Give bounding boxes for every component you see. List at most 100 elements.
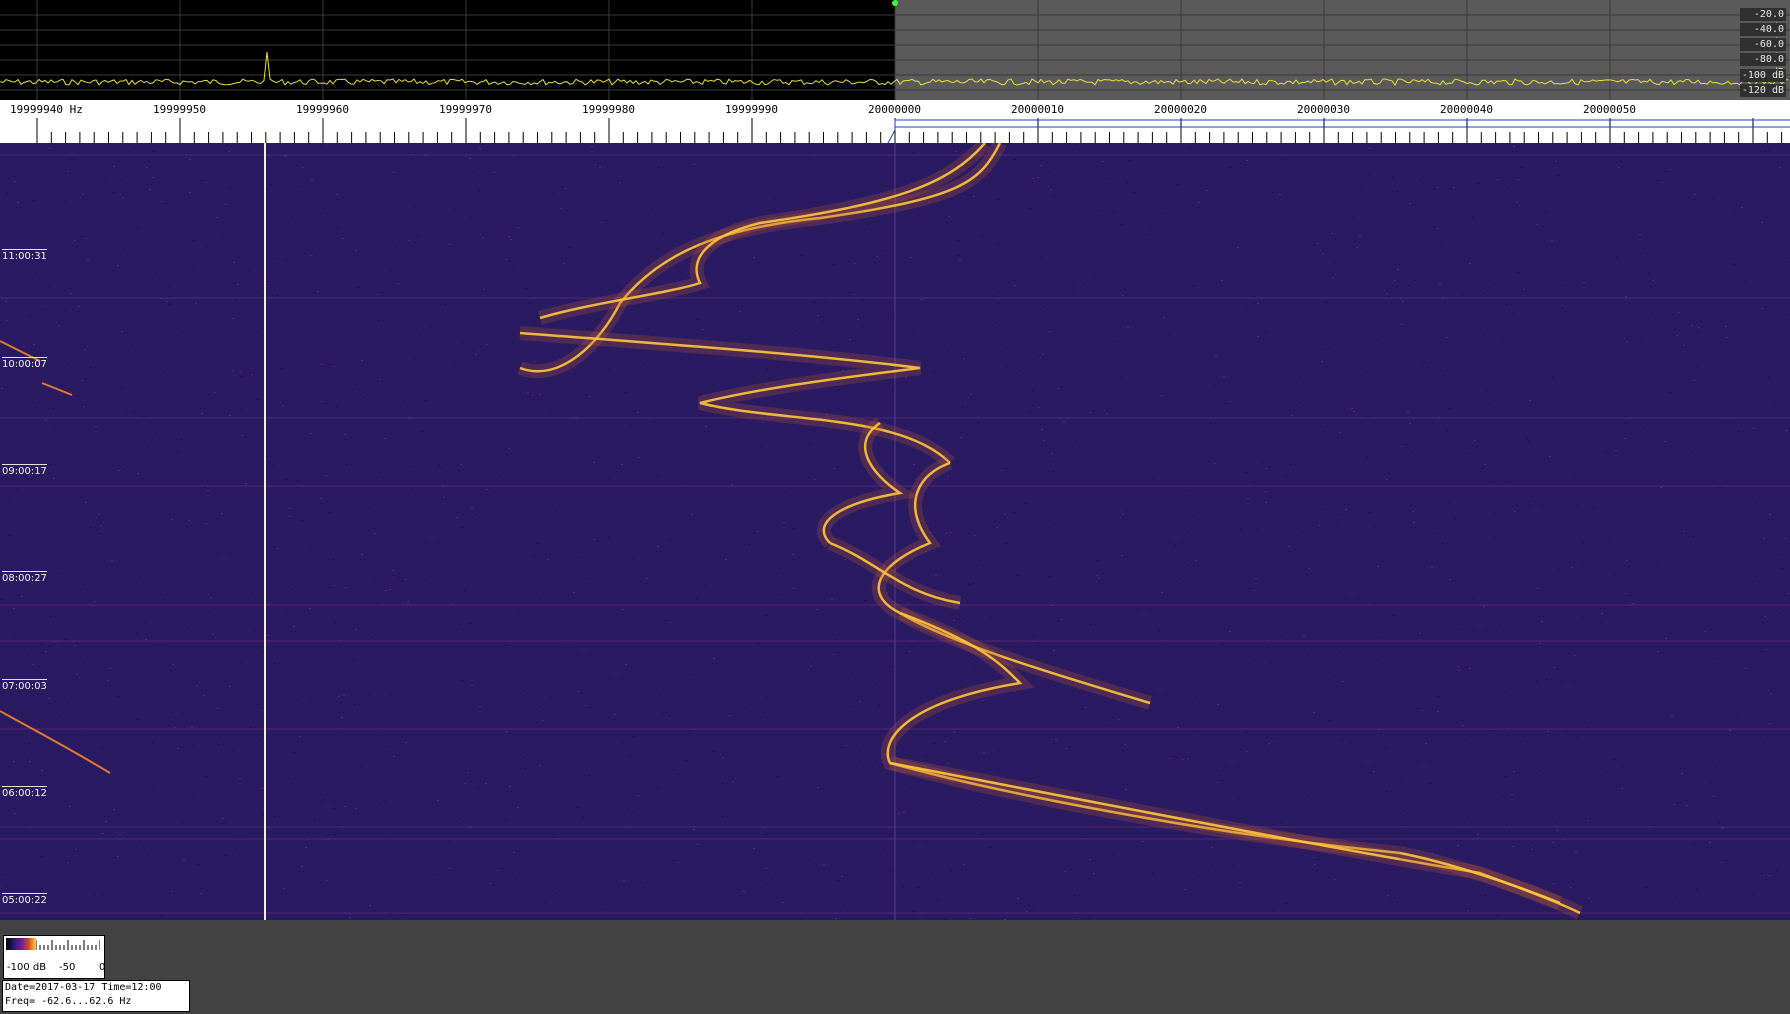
waterfall-noise — [1014, 159, 1016, 160]
waterfall-noise — [668, 622, 670, 623]
waterfall-noise — [1051, 453, 1053, 454]
waterfall-noise — [1512, 314, 1514, 315]
waterfall-noise — [1270, 661, 1272, 662]
frequency-scale[interactable]: 19999940 Hz 19999950 19999960 19999970 1… — [0, 100, 1790, 143]
waterfall-noise — [110, 668, 112, 669]
waterfall-noise — [918, 887, 920, 888]
waterfall-noise — [233, 262, 235, 263]
color-legend[interactable]: -100 dB -50 0 — [3, 935, 105, 979]
waterfall-noise — [1751, 544, 1753, 545]
waterfall-noise — [524, 768, 526, 769]
waterfall-noise — [602, 222, 604, 223]
waterfall-noise — [1776, 870, 1778, 871]
date-time-text: Date=2017-03-17 Time=12:00 — [5, 982, 162, 993]
waterfall-noise — [355, 808, 357, 809]
waterfall-noise — [646, 578, 648, 579]
waterfall-noise — [583, 649, 585, 650]
waterfall-noise — [242, 435, 244, 436]
waterfall-noise — [405, 742, 407, 743]
waterfall-noise — [1536, 588, 1538, 589]
waterfall-noise — [1026, 911, 1028, 912]
waterfall-noise — [1755, 576, 1757, 577]
waterfall-noise — [462, 680, 464, 681]
waterfall-noise — [355, 629, 357, 630]
waterfall-noise — [1090, 412, 1092, 413]
waterfall-noise — [176, 451, 178, 452]
waterfall-noise — [305, 847, 307, 848]
waterfall-noise — [1288, 546, 1290, 547]
waterfall-noise — [1125, 510, 1127, 511]
waterfall-noise — [1092, 821, 1094, 822]
waterfall-noise — [1501, 795, 1503, 796]
waterfall-noise — [506, 731, 508, 732]
waterfall-noise — [341, 717, 343, 718]
waterfall-noise — [960, 437, 962, 438]
waterfall-noise — [1730, 258, 1732, 259]
waterfall-noise — [309, 608, 311, 609]
waterfall-noise — [1122, 295, 1124, 296]
waterfall-noise — [1342, 681, 1344, 682]
waterfall-noise — [597, 163, 599, 164]
waterfall-noise — [1322, 253, 1324, 254]
waterfall-noise — [1264, 491, 1266, 492]
waterfall-noise — [175, 711, 177, 712]
waterfall-noise — [87, 260, 89, 261]
waterfall-noise — [812, 662, 814, 663]
waterfall-noise — [1768, 723, 1770, 724]
waterfall-noise — [291, 217, 293, 218]
waterfall-noise — [181, 822, 183, 823]
waterfall-noise — [1764, 616, 1766, 617]
waterfall-noise — [1014, 285, 1016, 286]
waterfall-noise — [352, 659, 354, 660]
waterfall-noise — [441, 468, 443, 469]
waterfall-noise — [1583, 282, 1585, 283]
waterfall-noise — [1657, 565, 1659, 566]
waterfall-noise — [1695, 372, 1697, 373]
waterfall-noise — [1618, 167, 1620, 168]
waterfall-noise — [841, 876, 843, 877]
waterfall-noise — [1634, 860, 1636, 861]
waterfall-noise — [855, 780, 857, 781]
waterfall-noise — [1198, 202, 1200, 203]
waterfall-noise — [1523, 736, 1525, 737]
waterfall-noise — [661, 713, 663, 714]
waterfall-noise — [731, 484, 733, 485]
waterfall-noise — [1618, 227, 1620, 228]
spectrum-plot — [0, 0, 1790, 100]
waterfall-noise — [1071, 527, 1073, 528]
waterfall-noise — [221, 513, 223, 514]
waterfall-noise — [1764, 649, 1766, 650]
waterfall-display[interactable]: 11:00:31 10:00:07 09:00:17 08:00:27 07:0… — [0, 143, 1790, 920]
waterfall-noise — [1600, 621, 1602, 622]
waterfall-noise — [1686, 805, 1688, 806]
waterfall-noise — [259, 740, 261, 741]
db-label: -20.0 dB — [1740, 8, 1786, 33]
waterfall-noise — [314, 819, 316, 820]
waterfall-noise — [239, 845, 241, 846]
waterfall-noise — [1694, 844, 1696, 845]
waterfall-noise — [361, 360, 363, 361]
waterfall-noise — [482, 237, 484, 238]
waterfall-noise — [453, 209, 455, 210]
waterfall-noise — [218, 744, 220, 745]
waterfall-noise — [291, 783, 293, 784]
waterfall-noise — [1050, 461, 1052, 462]
waterfall-noise — [547, 559, 549, 560]
waterfall-noise — [245, 483, 247, 484]
waterfall-noise — [513, 852, 515, 853]
waterfall-noise — [1552, 842, 1554, 843]
waterfall-noise — [633, 736, 635, 737]
spectrum-display[interactable]: -20.0 dB -40.0 dB -60.0 dB -80.0 dB -100… — [0, 0, 1790, 100]
waterfall-noise — [843, 905, 845, 906]
waterfall-noise — [586, 578, 588, 579]
waterfall-noise — [257, 332, 259, 333]
db-label: -60.0 dB — [1740, 38, 1786, 63]
waterfall-noise — [346, 843, 348, 844]
waterfall-noise — [169, 304, 171, 305]
waterfall-noise — [171, 712, 173, 713]
waterfall-noise — [1083, 283, 1085, 284]
waterfall-noise — [1040, 258, 1042, 259]
waterfall-noise — [1143, 614, 1145, 615]
waterfall-noise — [1514, 511, 1516, 512]
waterfall-noise — [956, 363, 958, 364]
